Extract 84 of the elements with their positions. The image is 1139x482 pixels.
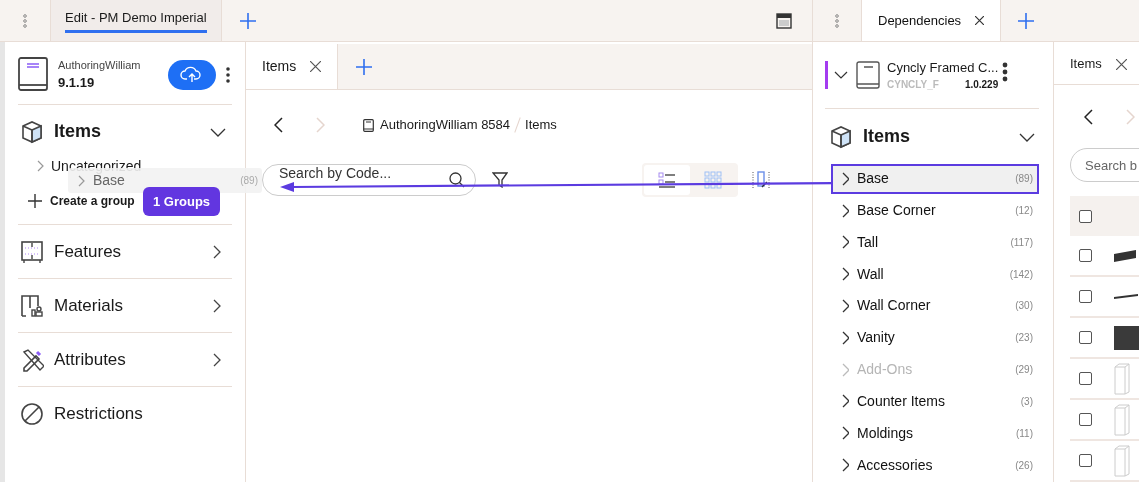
section-title[interactable]: Attributes [54, 346, 202, 373]
close-icon[interactable] [310, 61, 322, 72]
cabinet-drawing [1114, 403, 1130, 436]
section-title[interactable]: Restrictions [54, 400, 232, 427]
back-icon[interactable] [1084, 108, 1093, 125]
chevron-right-icon [78, 174, 85, 187]
close-icon[interactable] [975, 16, 985, 25]
chevron-right-icon[interactable] [212, 244, 222, 259]
dependency-code: CYNCLY_F [887, 78, 939, 93]
select-all-checkbox[interactable] [1079, 209, 1092, 223]
list-view-icon[interactable] [644, 165, 690, 195]
item-thumbnail [1114, 249, 1136, 262]
chevron-right-icon [841, 458, 849, 473]
chevron-down-icon[interactable] [1019, 131, 1035, 142]
item-thumbnail [1114, 294, 1138, 299]
search-field[interactable]: Search b [1070, 148, 1139, 182]
chevron-right-icon [841, 298, 849, 313]
item-thumbnail [1114, 325, 1139, 350]
chevron-down-icon[interactable] [834, 71, 848, 80]
row-checkbox[interactable] [1079, 413, 1092, 426]
category-item[interactable]: Tall (117) [831, 227, 1039, 258]
close-icon[interactable] [1115, 58, 1127, 70]
chevron-right-icon [841, 330, 849, 345]
breadcrumb-item[interactable]: Items [525, 115, 557, 135]
chevron-right-icon [841, 267, 849, 282]
search-bar[interactable]: Search by Code... [262, 164, 476, 196]
catalog-name: AuthoringWilliam [58, 57, 142, 73]
filter-icon[interactable] [492, 172, 508, 188]
cabinet-drawing [1114, 362, 1130, 395]
selection-count-tooltip: 1 Groups [143, 187, 221, 216]
section-title[interactable]: Features [54, 238, 202, 265]
chevron-right-icon[interactable] [212, 298, 222, 313]
cube-icon [20, 119, 44, 144]
category-item[interactable]: Base Corner (12) [831, 195, 1039, 226]
row-checkbox[interactable] [1079, 290, 1092, 303]
section-title[interactable]: Items [54, 118, 200, 145]
upload-button[interactable] [168, 59, 216, 90]
restrictions-icon [20, 401, 44, 426]
kebab-icon[interactable] [226, 66, 230, 83]
book-icon [363, 118, 374, 132]
kebab-icon[interactable] [1002, 62, 1009, 83]
cabinet-drawing [1114, 444, 1130, 477]
panel-tab[interactable]: Items [246, 44, 339, 89]
row-checkbox[interactable] [1079, 372, 1092, 385]
document-tab[interactable]: Dependencies [861, 0, 1002, 41]
row-checkbox[interactable] [1079, 331, 1092, 344]
features-icon [20, 239, 44, 264]
breadcrumb-item[interactable]: AuthoringWilliam 8584 [380, 115, 511, 135]
dependency-name: Cyncly Framed C... [887, 58, 999, 77]
category-item[interactable]: Accessories (26) [831, 450, 1039, 480]
search-input[interactable]: Search by Code... [279, 165, 449, 181]
accent-bar [825, 61, 828, 90]
drag-preview-tooltip: Base (89) [68, 168, 262, 193]
book-icon [856, 61, 880, 90]
chevron-right-icon [841, 394, 849, 409]
back-icon[interactable] [274, 117, 283, 133]
catalog-version: 9.1.19 [58, 74, 96, 92]
chevron-right-icon [841, 171, 849, 186]
row-checkbox[interactable] [1079, 249, 1092, 262]
attributes-icon [20, 347, 44, 372]
chevron-right-icon [841, 362, 849, 377]
row-checkbox[interactable] [1079, 454, 1092, 467]
materials-icon [20, 293, 44, 318]
category-item[interactable]: Moldings (11) [831, 418, 1039, 449]
search-icon[interactable] [449, 172, 465, 188]
plus-icon [28, 194, 42, 208]
panel-tab[interactable]: Items [1054, 44, 1139, 85]
section-title[interactable]: Materials [54, 292, 202, 319]
book-icon [18, 57, 49, 92]
chevron-right-icon [841, 203, 849, 218]
section-title[interactable]: Items [863, 123, 1009, 151]
column-settings-icon[interactable] [752, 171, 770, 189]
dependency-version: 1.0.229 [964, 78, 999, 93]
add-tab-icon[interactable] [356, 58, 373, 75]
chevron-down-icon[interactable] [210, 126, 226, 137]
chevron-right-icon[interactable] [212, 352, 222, 367]
cube-icon [829, 124, 853, 149]
category-item[interactable]: Wall Corner (30) [831, 291, 1039, 321]
chevron-right-icon [841, 426, 849, 441]
category-item[interactable]: Wall (142) [831, 259, 1039, 290]
category-item[interactable]: Vanity (23) [831, 322, 1039, 353]
category-item[interactable]: Counter Items (3) [831, 386, 1039, 417]
category-item[interactable]: Base (89) [831, 163, 1039, 194]
chevron-right-icon [841, 235, 849, 250]
